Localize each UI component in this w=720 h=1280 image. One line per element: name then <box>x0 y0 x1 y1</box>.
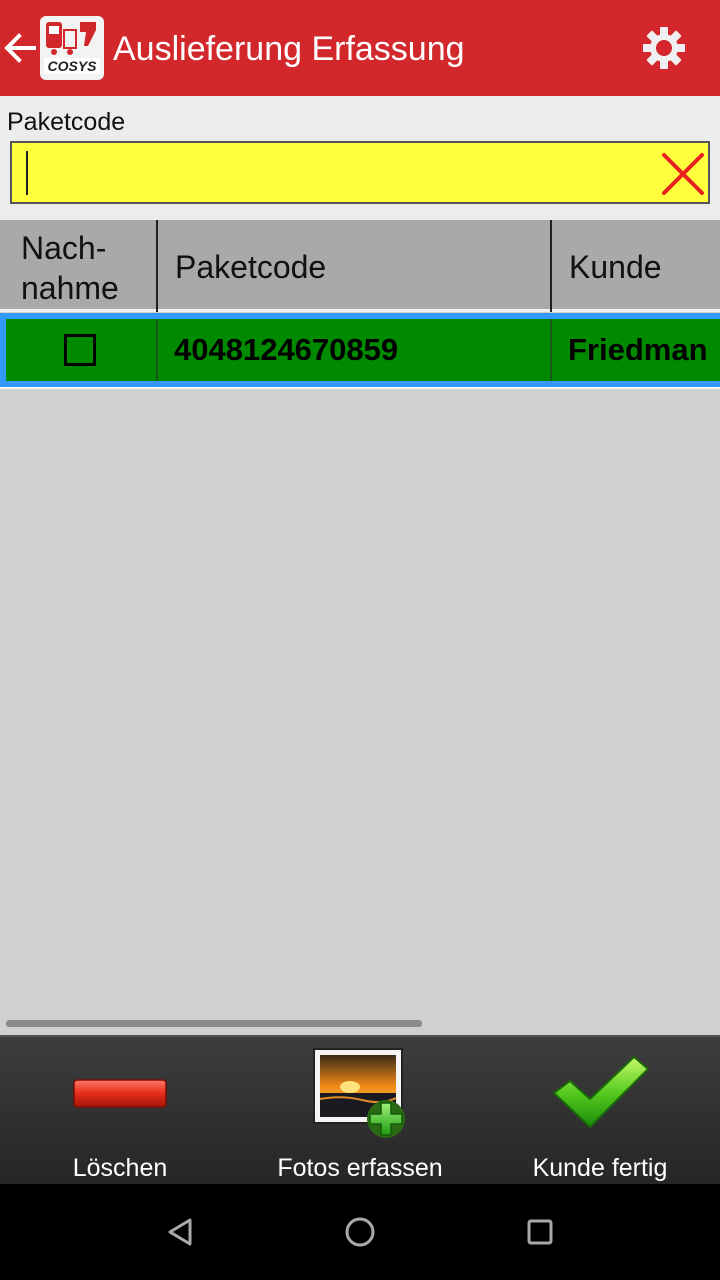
bottom-toolbar: Löschen Fotos erfassen Kunde fertig <box>0 1035 720 1184</box>
table-header: Nach- nahme Paketcode Kunde <box>0 220 720 312</box>
row-divider <box>0 387 720 389</box>
delete-button-label: Löschen <box>72 1154 168 1182</box>
column-header-nachnahme[interactable]: Nach- nahme <box>0 220 158 312</box>
red-x-icon[interactable] <box>658 149 708 199</box>
capture-photos-label: Fotos erfassen <box>277 1154 443 1182</box>
checkmark-icon <box>553 1056 649 1128</box>
cell-kunde: Friedman <box>568 332 708 367</box>
paketcode-form: Paketcode <box>0 96 720 220</box>
cell-paketcode: 4048124670859 <box>158 319 552 381</box>
cell-nachnahme <box>6 319 158 381</box>
nav-recents-icon[interactable] <box>516 1208 564 1256</box>
package-table: Nach- nahme Paketcode Kunde 404812467085… <box>0 220 720 1035</box>
minus-icon <box>73 1079 167 1108</box>
column-header-paketcode[interactable]: Paketcode <box>158 220 552 312</box>
paketcode-label: Paketcode <box>7 108 126 136</box>
column-header-kunde[interactable]: Kunde <box>552 220 720 312</box>
text-caret <box>26 151 28 195</box>
arrow-left-icon[interactable] <box>0 24 40 72</box>
nachnahme-checkbox[interactable] <box>64 334 96 366</box>
gear-icon[interactable] <box>640 24 688 72</box>
table-row[interactable]: 4048124670859 Friedman <box>0 313 720 387</box>
paketcode-input[interactable] <box>24 149 644 197</box>
nav-home-icon[interactable] <box>336 1208 384 1256</box>
nav-back-icon[interactable] <box>156 1208 204 1256</box>
app-logo: COSYS <box>40 16 104 80</box>
selected-row-body: 4048124670859 Friedman <box>6 319 720 381</box>
horizontal-scrollbar[interactable] <box>6 1020 422 1027</box>
capture-photos-button[interactable]: Fotos erfassen <box>240 1037 480 1186</box>
customer-done-button[interactable]: Kunde fertig <box>480 1037 720 1186</box>
page-title: Auslieferung Erfassung <box>113 30 465 68</box>
delete-button[interactable]: Löschen <box>0 1037 240 1186</box>
customer-done-label: Kunde fertig <box>532 1154 668 1182</box>
add-photo-icon <box>313 1048 405 1138</box>
paketcode-field-wrapper <box>10 141 710 204</box>
svg-text:COSYS: COSYS <box>47 58 97 74</box>
system-navigation-bar <box>0 1184 720 1280</box>
app-bar: COSYS Auslieferung Erfassung <box>0 0 720 96</box>
